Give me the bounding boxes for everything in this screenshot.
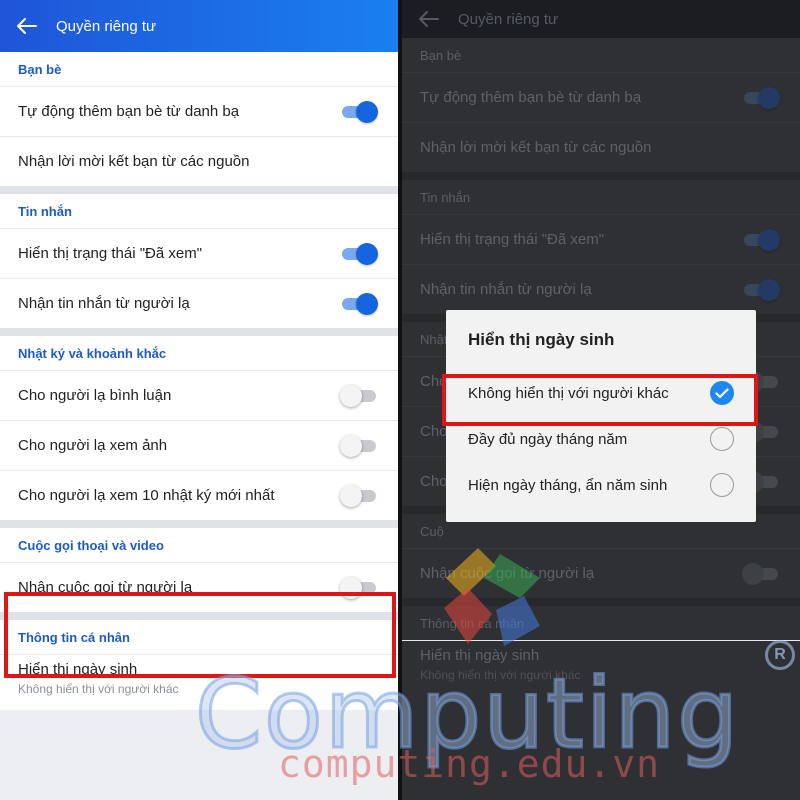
section-diary: Nhật ký và khoảnh khắc Cho người lạ bình… [0,336,398,520]
setting-label: Nhận tin nhắn từ người lạ [420,281,592,298]
radio-selected[interactable] [710,381,734,405]
section-messages: Tin nhắn Hiển thị trạng thái "Đã xem" Nh… [402,180,800,314]
setting-label: Cho người lạ bình luận [18,387,172,404]
setting-label: Hiển thị trạng thái "Đã xem" [18,245,203,262]
setting-stranger-comment[interactable]: Cho người lạ bình luận [0,370,398,420]
app-header: Quyền riêng tư [402,0,800,38]
setting-label: Nhận tin nhắn từ người lạ [18,295,190,312]
toggle-switch [742,562,780,585]
setting-label: Cho người lạ xem 10 nhật ký mới nhất [18,487,275,504]
setting-label: Nhận lời mời kết bạn từ các nguồn [18,153,250,170]
section-divider [0,612,398,620]
section-title: Nhật ký và khoảnh khắc [18,345,167,361]
section-divider [0,520,398,528]
section-divider [0,328,398,336]
section-friends: Bạn bè Tự động thêm bạn bè từ danh bạ Nh… [402,38,800,172]
setting-label: Cho [420,473,448,490]
setting-label: Tự động thêm bạn bè từ danh bạ [420,89,642,106]
toggle-switch[interactable] [342,242,378,265]
arrow-left-icon[interactable] [14,13,40,39]
section-divider [402,172,800,180]
setting-stranger-photos[interactable]: Cho người lạ xem ảnh [0,420,398,470]
toggle-switch[interactable] [340,484,378,507]
app-header: Quyền riêng tư [0,0,398,52]
section-messages: Tin nhắn Hiển thị trạng thái "Đã xem" Nh… [0,194,398,328]
setting-friend-request-sources[interactable]: Nhận lời mời kết bạn từ các nguồn [0,136,398,186]
setting-auto-add-friends: Tự động thêm bạn bè từ danh bạ [402,72,800,122]
section-title: Thông tin cá nhân [18,629,130,645]
toggle-switch [744,86,780,109]
section-title: Cuộc gọi thoại và video [18,537,164,553]
radio-unselected[interactable] [710,427,734,451]
setting-auto-add-friends[interactable]: Tự động thêm bạn bè từ danh bạ [0,86,398,136]
setting-label: Cho [420,373,448,390]
setting-label: Cho người lạ xem ảnh [18,437,168,454]
section-title: Bạn bè [18,61,62,77]
setting-label: Nhận lời mời kết bạn từ các nguồn [420,139,652,156]
option-hide-year[interactable]: Hiện ngày tháng, ẩn năm sinh [446,462,756,508]
option-full-date[interactable]: Đầy đủ ngày tháng năm [446,416,756,462]
dialog-title: Hiển thị ngày sinh [468,330,615,349]
setting-label: Cho [420,423,448,440]
section-title: Bạn bè [420,47,462,63]
option-label: Không hiển thị với người khác [468,384,669,402]
watermark-url: computing.edu.vn [278,742,661,786]
toggle-switch[interactable] [342,292,378,315]
page-title: Quyền riêng tư [458,10,559,28]
toggle-switch [744,228,780,251]
setting-label: Tự động thêm bạn bè từ danh bạ [18,103,240,120]
toggle-switch [744,278,780,301]
setting-label: Hiển thị trạng thái "Đã xem" [420,231,605,248]
toggle-switch[interactable] [340,434,378,457]
option-label: Hiện ngày tháng, ẩn năm sinh [468,476,668,494]
option-hide-from-others[interactable]: Không hiển thị với người khác [446,370,756,416]
birthday-dialog: Hiển thị ngày sinh Không hiển thị với ng… [446,310,756,522]
toggle-switch[interactable] [342,100,378,123]
page-title: Quyền riêng tư [56,17,157,35]
setting-label: Nhận cuộc gọi từ người lạ [18,579,193,596]
setting-stranger-latest-diary[interactable]: Cho người lạ xem 10 nhật ký mới nhất [0,470,398,520]
radio-unselected[interactable] [710,473,734,497]
setting-friend-request-sources: Nhận lời mời kết bạn từ các nguồn [402,122,800,172]
section-calls: Cuộc gọi thoại và video Nhận cuộc gọi từ… [0,528,398,612]
registered-mark: R [765,640,795,670]
arrow-left-icon[interactable] [416,6,442,32]
setting-stranger-calls[interactable]: Nhận cuộc gọi từ người lạ [0,562,398,612]
setting-stranger-messages[interactable]: Nhận tin nhắn từ người lạ [0,278,398,328]
option-label: Đầy đủ ngày tháng năm [468,430,628,448]
section-friends: Bạn bè Tự động thêm bạn bè từ danh bạ Nh… [0,52,398,186]
setting-seen-status: Hiển thị trạng thái "Đã xem" [402,214,800,264]
setting-seen-status[interactable]: Hiển thị trạng thái "Đã xem" [0,228,398,278]
checkmark-icon [715,387,729,398]
setting-stranger-messages: Nhận tin nhắn từ người lạ [402,264,800,314]
computing-logo [444,548,540,646]
section-title: Tin nhắn [420,189,471,205]
section-divider [0,186,398,194]
section-title: Tin nhắn [18,203,72,219]
toggle-switch[interactable] [340,384,378,407]
toggle-switch[interactable] [340,576,378,599]
